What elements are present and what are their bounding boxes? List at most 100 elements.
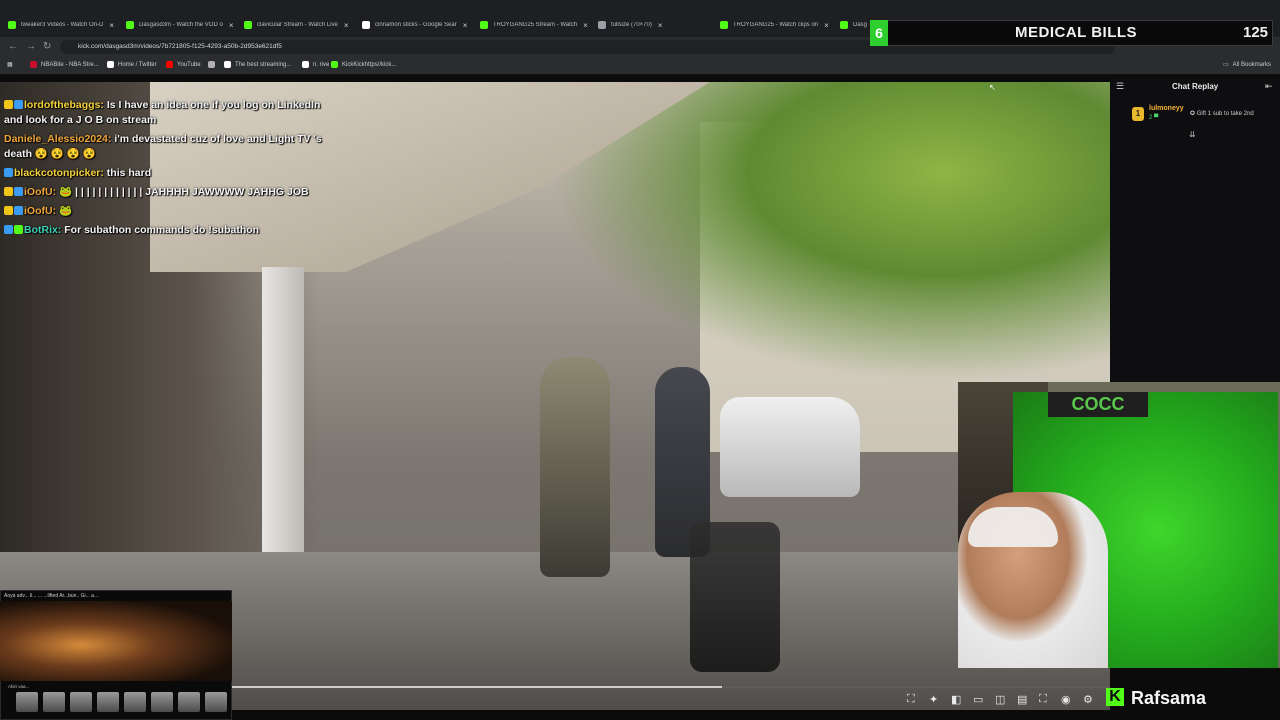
bookmark-favicon-icon	[331, 61, 338, 68]
browser-tab[interactable]: tweaker3 Videos - Watch On-D ×	[8, 17, 120, 33]
bookmark-item[interactable]: The best streaming...	[224, 61, 291, 68]
webcam-headset	[968, 507, 1058, 547]
tab-favicon-icon	[598, 21, 606, 29]
participant-thumbnail[interactable]	[151, 692, 173, 712]
tab-favicon-icon	[8, 21, 16, 29]
chat-username: Daniele_Alessio2024	[4, 133, 108, 145]
tab-close-icon[interactable]: ×	[583, 21, 588, 30]
browser-tab[interactable]: Dasg	[840, 17, 870, 33]
tab-close-icon[interactable]: ×	[229, 21, 234, 30]
chat-badge-icon	[4, 206, 13, 215]
chat-message: Daniele_Alessio2024: i'm devastated cuz …	[4, 132, 334, 162]
settings-icon[interactable]: ⚙	[1083, 693, 1093, 706]
chat-icon[interactable]: ▤	[1017, 693, 1027, 706]
video-scene-scooter	[690, 522, 780, 672]
browser-tab[interactable]: fullsize (70×70) ×	[598, 17, 710, 33]
browser-tab[interactable]: clavicular Stream - Watch Live ×	[244, 17, 356, 33]
gifter-badge: 1	[1132, 107, 1144, 121]
video-scene-car	[720, 397, 860, 497]
tab-close-icon[interactable]: ×	[658, 21, 663, 30]
chat-username: blackcotonpicker	[14, 167, 101, 179]
chat-username: lordofthebaggs	[24, 99, 101, 111]
fullscreen-icon[interactable]: ⛶	[1039, 693, 1047, 706]
all-bookmarks[interactable]: ▭ All Bookmarks	[1223, 61, 1272, 69]
chat-username: iOofU	[24, 205, 53, 217]
goal-number: 6	[870, 20, 888, 46]
mouse-cursor-icon: ↖	[989, 83, 996, 92]
tab-label: tweaker3 Videos - Watch On-D	[21, 22, 104, 28]
chat-message: iOofU: 🐸	[4, 204, 334, 219]
chat-text: 🐸	[56, 205, 73, 217]
chat-username: BotRix	[24, 224, 58, 236]
chat-replay-panel	[1110, 78, 1280, 398]
gift-text: Gift 1 sub to take 2nd	[1196, 111, 1254, 117]
participant-thumbnail[interactable]	[16, 692, 38, 712]
chat-badge-icon	[14, 187, 23, 196]
bookmark-item[interactable]: YouTube	[166, 61, 201, 68]
chat-badge-icon	[4, 100, 13, 109]
webcam-banner: COCC	[1048, 392, 1148, 417]
browser-tab[interactable]: TROYGANG25 Stream - Watch ×	[480, 17, 592, 33]
chat-text: 🐸 | | | | | | | | | | | | JAHHHH JAWWWW …	[56, 186, 309, 198]
participant-thumbnail[interactable]	[178, 692, 200, 712]
kick-logo: K	[1106, 688, 1124, 706]
bookmark-item[interactable]	[208, 61, 219, 68]
tab-close-icon[interactable]: ×	[344, 21, 349, 30]
forward-icon[interactable]: →	[26, 41, 36, 52]
tab-label: fullsize (70×70)	[611, 22, 652, 28]
goal-title: MEDICAL BILLS	[1015, 24, 1138, 41]
bookmark-favicon-icon	[224, 61, 231, 68]
channel-name[interactable]: Rafsama	[1131, 688, 1206, 709]
crop-icon[interactable]: ⛶	[907, 693, 915, 706]
bookmark-item[interactable]: n. rive	[302, 61, 329, 68]
tab-close-icon[interactable]: ×	[109, 21, 114, 30]
participant-thumbnail[interactable]	[124, 692, 146, 712]
tab-label: TROYGANG25 - Watch clips on	[733, 22, 819, 28]
chat-replay-title: Chat Replay	[1172, 82, 1219, 91]
browser-tab[interactable]: cinnamon sticks - Google Sear ×	[362, 17, 474, 33]
participant-thumbnail[interactable]	[97, 692, 119, 712]
chat-text: For subathon commands do !subathon	[61, 224, 260, 236]
tab-favicon-icon	[720, 21, 728, 29]
tab-close-icon[interactable]: ×	[463, 21, 468, 30]
browser-tab[interactable]: TROYGANG25 - Watch clips on ×	[720, 17, 832, 33]
participant-thumbnail[interactable]	[70, 692, 92, 712]
bookmark-item[interactable]: Home / Twitter	[107, 61, 157, 68]
chat-badge-icon	[4, 187, 13, 196]
scroll-down-icon[interactable]: ⇊	[1189, 130, 1196, 139]
mini-player-video[interactable]	[0, 601, 232, 681]
all-bookmarks-label: All Bookmarks	[1232, 61, 1272, 68]
chat-message: lordofthebaggs: Is I have an idea one if…	[4, 98, 334, 128]
participant-thumbnail[interactable]	[205, 692, 227, 712]
gifter-username[interactable]: lulmoneyy	[1149, 105, 1184, 112]
gifter-sub-count: 2 ▀	[1149, 115, 1159, 121]
gift-prompt[interactable]: ✪ Gift 1 sub to take 2nd	[1190, 110, 1254, 117]
bookmark-favicon-icon	[166, 61, 173, 68]
bookmark-label: n. rive	[313, 61, 330, 68]
clip-icon[interactable]: ◫	[995, 693, 1005, 706]
mini-player-title: Aoya adv... li... ... ...lifted Ar...bun…	[4, 593, 99, 599]
tab-close-icon[interactable]: ×	[824, 21, 829, 30]
bookmark-label: KickKickhttps//kick...	[342, 61, 397, 68]
collapse-icon[interactable]: ⇤	[1265, 81, 1273, 92]
reload-icon[interactable]: ↻	[43, 41, 51, 52]
bookmark-favicon-icon	[107, 61, 114, 68]
bookmark-item[interactable]: NBABite - NBA Stre...	[30, 61, 99, 68]
tab-label: Dasgasd3m - Watch the VOD o	[139, 22, 223, 28]
theater-icon[interactable]: ▭	[973, 693, 983, 706]
pip-icon[interactable]: ◧	[951, 693, 961, 706]
speed-icon[interactable]: ◉	[1061, 693, 1071, 706]
browser-tab[interactable]: Dasgasd3m - Watch the VOD o ×	[126, 17, 238, 33]
tab-favicon-icon	[480, 21, 488, 29]
chat-badge-icon	[14, 225, 23, 234]
menu-icon[interactable]: ☰	[1116, 81, 1124, 92]
tab-favicon-icon	[244, 21, 252, 29]
participant-thumbnail[interactable]	[43, 692, 65, 712]
bookmark-label: YouTube	[177, 61, 201, 68]
bookmark-item[interactable]: KickKickhttps//kick...	[331, 61, 396, 68]
apps-grid-icon[interactable]: ▦	[7, 61, 13, 68]
folder-icon: ▭	[1223, 62, 1229, 68]
chat-badge-icon	[14, 206, 23, 215]
sparkle-icon[interactable]: ✦	[929, 693, 938, 706]
back-icon[interactable]: ←	[8, 41, 18, 52]
